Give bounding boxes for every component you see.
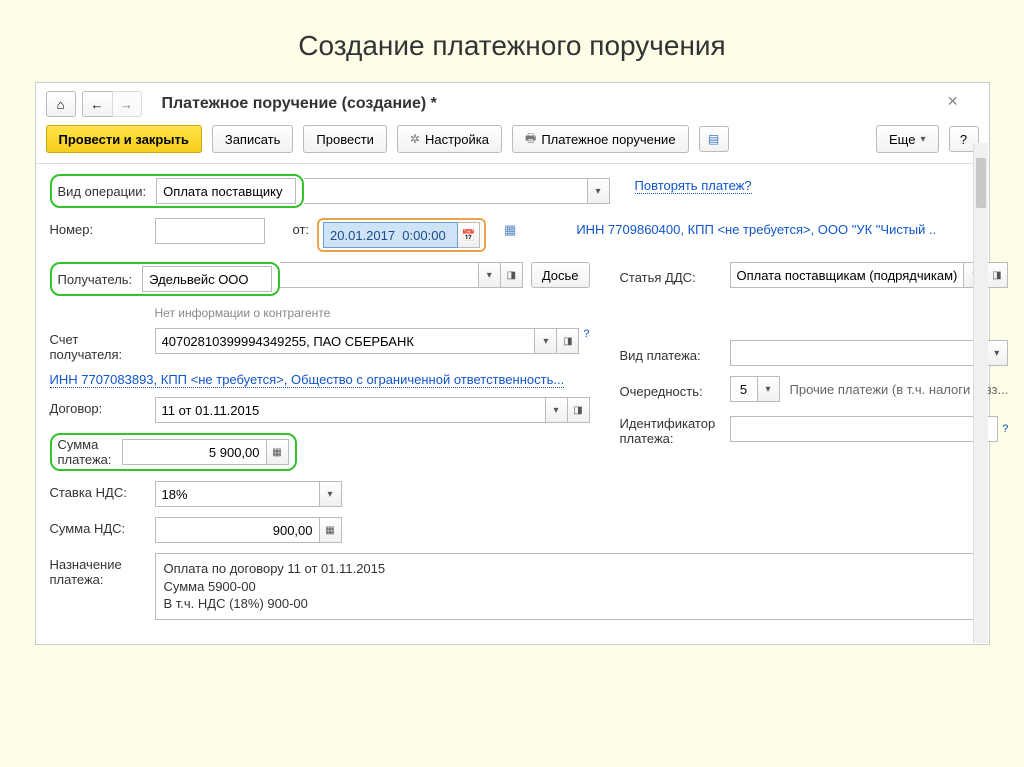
payer-inn-link[interactable]: ИНН 7709860400, КПП <не требуется>, ООО …	[576, 222, 936, 237]
contract-dropdown[interactable]: ▾	[546, 397, 568, 423]
order-label: Очередность:	[620, 380, 730, 399]
page-title: Создание платежного поручения	[0, 0, 1024, 82]
attach-button[interactable]: ▤	[699, 126, 729, 152]
vat-sum-label: Сумма НДС:	[50, 517, 155, 536]
no-counterparty-info: Нет информации о контрагенте	[155, 306, 590, 320]
close-button[interactable]: ✕	[947, 93, 959, 110]
back-button[interactable]: ←	[82, 91, 112, 117]
print-icon: 🖶	[525, 129, 536, 150]
contract-open[interactable]: ◨	[568, 397, 590, 423]
recipient-dropdown[interactable]: ▾	[479, 262, 501, 288]
save-button[interactable]: Записать	[212, 125, 294, 153]
arrow-right-icon: →	[120, 97, 133, 112]
recipient-input[interactable]	[142, 266, 272, 292]
contract-label: Договор:	[50, 397, 155, 416]
ptype-label: Вид платежа:	[620, 344, 730, 363]
sum-calc[interactable]: ▦	[267, 439, 289, 465]
account-dropdown[interactable]: ▾	[535, 328, 557, 354]
vat-sum-calc[interactable]: ▦	[320, 517, 342, 543]
account-label: Счет получателя:	[50, 328, 155, 362]
contract-input[interactable]	[155, 397, 546, 423]
vertical-scrollbar[interactable]	[973, 143, 988, 643]
ident-help[interactable]: ?	[1002, 423, 1008, 435]
recipient-ext[interactable]	[280, 262, 479, 288]
number-input[interactable]	[155, 218, 265, 244]
vat-rate-input[interactable]	[155, 481, 320, 507]
dds-input[interactable]	[730, 262, 965, 288]
op-type-ext[interactable]	[304, 178, 587, 204]
chevron-down-icon: ▾	[920, 134, 925, 145]
dds-label: Статья ДДС:	[620, 266, 730, 285]
template-label: Платежное поручение	[541, 132, 675, 147]
post-button[interactable]: Провести	[303, 125, 387, 153]
recipient-org-link[interactable]: ИНН 7707083893, КПП <не требуется>, Обще…	[50, 372, 565, 388]
date-highlight	[317, 218, 486, 252]
repeat-payment-link[interactable]: Повторять платеж?	[635, 178, 752, 194]
dds-open[interactable]: ◨	[986, 262, 1008, 288]
order-input[interactable]	[730, 376, 758, 402]
vat-sum-input[interactable]	[155, 517, 320, 543]
account-help[interactable]: ?	[583, 328, 589, 340]
forward-button[interactable]: →	[112, 91, 142, 117]
settings-label: Настройка	[425, 132, 489, 147]
vat-rate-dropdown[interactable]: ▾	[320, 481, 342, 507]
date-input[interactable]	[323, 222, 458, 248]
more-button[interactable]: Еще ▾	[876, 125, 938, 153]
ptype-dropdown[interactable]: ▾	[986, 340, 1008, 366]
app-window: ⌂ ← → Платежное поручение (создание) * ✕…	[35, 82, 990, 645]
op-type-input[interactable]	[156, 178, 296, 204]
arrow-left-icon: ←	[91, 97, 104, 112]
doc-small-icon: ▦	[504, 222, 516, 237]
home-button[interactable]: ⌂	[46, 91, 76, 117]
ptype-input[interactable]	[730, 340, 987, 366]
recipient-label: Получатель:	[58, 272, 133, 287]
scrollbar-thumb[interactable]	[976, 158, 986, 208]
purpose-label: Назначение платежа:	[50, 553, 155, 587]
order-dropdown[interactable]: ▾	[758, 376, 780, 402]
from-label: от:	[273, 218, 318, 237]
settings-button[interactable]: ✲ Настройка	[397, 125, 502, 153]
more-label: Еще	[889, 132, 915, 147]
calendar-button[interactable]	[458, 222, 480, 248]
account-input[interactable]	[155, 328, 536, 354]
sum-input[interactable]	[122, 439, 267, 465]
nav-bar: ⌂ ← → Платежное поручение (создание) * ✕	[36, 83, 989, 123]
op-type-field[interactable]	[156, 178, 296, 204]
form-content: Вид операции: ▾ Повторять платеж? Номер:…	[36, 164, 989, 644]
nav-history: ← →	[82, 91, 142, 117]
ident-input[interactable]	[730, 416, 999, 442]
purpose-textarea[interactable]: Оплата по договору 11 от 01.11.2015 Сумм…	[155, 553, 975, 620]
op-type-label: Вид операции:	[58, 184, 147, 199]
window-title: Платежное поручение (создание) *	[162, 95, 437, 113]
recipient-open[interactable]: ◨	[501, 262, 523, 288]
toolbar: Провести и закрыть Записать Провести ✲ Н…	[36, 123, 989, 164]
number-label: Номер:	[50, 218, 155, 237]
ident-label: Идентификатор платежа:	[620, 412, 730, 446]
document-icon: ▤	[708, 132, 719, 146]
op-type-dropdown[interactable]: ▾	[588, 178, 610, 204]
template-button[interactable]: 🖶 Платежное поручение	[512, 125, 689, 153]
dossier-button[interactable]: Досье	[531, 262, 590, 288]
gear-icon: ✲	[410, 132, 420, 146]
account-open[interactable]: ◨	[557, 328, 579, 354]
vat-rate-label: Ставка НДС:	[50, 481, 155, 500]
post-and-close-button[interactable]: Провести и закрыть	[46, 125, 202, 153]
sum-label: Сумма платежа:	[58, 437, 112, 467]
home-icon: ⌂	[57, 97, 65, 112]
